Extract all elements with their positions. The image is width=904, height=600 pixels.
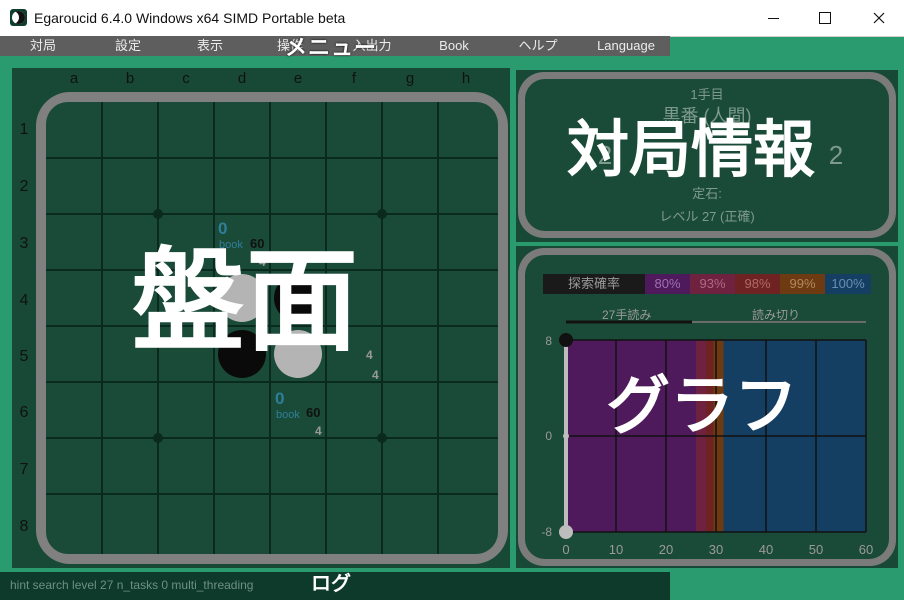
x-tick-label: 40 bbox=[758, 542, 774, 557]
x-tick-label: 10 bbox=[608, 542, 624, 557]
x-tick-label: 30 bbox=[708, 542, 724, 557]
graph-overlay-label: グラフ bbox=[606, 370, 798, 442]
x-tick-label: 50 bbox=[808, 542, 824, 557]
graph-chart[interactable] bbox=[0, 0, 904, 600]
x-tick-label: 60 bbox=[858, 542, 874, 557]
y-tick-label: 0 bbox=[545, 429, 552, 443]
x-tick-label: 0 bbox=[562, 542, 570, 557]
log-text: hint search level 27 n_tasks 0 multi_thr… bbox=[10, 578, 254, 592]
graph-point bbox=[559, 333, 573, 347]
graph-zero-point bbox=[563, 433, 569, 439]
y-tick-label: -8 bbox=[541, 525, 552, 539]
graph-point bbox=[559, 525, 573, 539]
y-tick-label: 8 bbox=[545, 334, 552, 348]
x-tick-label: 20 bbox=[658, 542, 674, 557]
log-overlay-label: ログ bbox=[311, 573, 351, 595]
